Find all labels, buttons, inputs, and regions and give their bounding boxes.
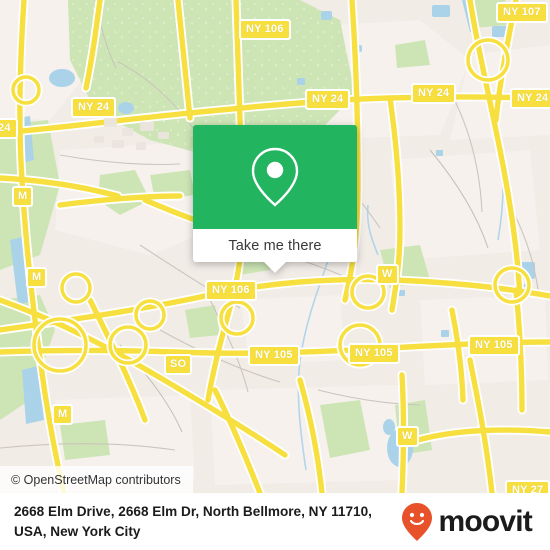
callout-header xyxy=(193,125,357,229)
route-shield[interactable]: SO xyxy=(164,354,193,375)
station-shield[interactable]: W xyxy=(396,426,419,447)
route-shield[interactable]: NY 106 xyxy=(239,19,291,40)
station-shield[interactable]: W xyxy=(376,264,399,285)
location-callout-card[interactable]: Take me there xyxy=(193,125,357,273)
route-shield[interactable]: NY 105 xyxy=(348,343,400,364)
station-shield[interactable]: M xyxy=(12,186,34,207)
station-shield[interactable]: M xyxy=(26,267,48,288)
route-shield[interactable]: NY 106 xyxy=(205,280,257,301)
station-shield[interactable]: M xyxy=(52,404,74,425)
route-shield[interactable]: NY 24 xyxy=(305,89,351,110)
address-label: 2668 Elm Drive, 2668 Elm Dr, North Bellm… xyxy=(14,503,372,539)
route-shield[interactable]: NY 105 xyxy=(248,345,300,366)
route-shield[interactable]: NY 107 xyxy=(496,2,548,23)
route-shield[interactable]: NY 24 xyxy=(71,97,117,118)
callout-pointer xyxy=(264,262,286,273)
map-canvas[interactable]: NY 106 NY 107 NY 24 24 NY 24 NY 24 NY 24… xyxy=(0,0,550,493)
callout-footer[interactable]: Take me there xyxy=(193,229,357,262)
osm-attribution-text: © OpenStreetMap contributors xyxy=(11,472,181,487)
route-shield[interactable]: 24 xyxy=(0,118,18,139)
take-me-there-label: Take me there xyxy=(228,237,322,254)
route-shield[interactable]: NY 27 xyxy=(505,480,550,493)
route-shield[interactable]: NY 24 xyxy=(510,88,550,109)
moovit-logo[interactable]: moovit xyxy=(401,502,538,542)
map-pin-icon xyxy=(251,147,299,207)
route-shield[interactable]: NY 105 xyxy=(468,335,520,356)
footer-bar: 2668 Elm Drive, 2668 Elm Dr, North Bellm… xyxy=(0,493,550,550)
route-shield[interactable]: NY 24 xyxy=(411,83,457,104)
osm-attribution[interactable]: © OpenStreetMap contributors xyxy=(0,466,193,493)
map-screenshot: NY 106 NY 107 NY 24 24 NY 24 NY 24 NY 24… xyxy=(0,0,550,550)
moovit-wordmark: moovit xyxy=(438,504,532,538)
moovit-pin-smiley-icon xyxy=(402,502,433,541)
